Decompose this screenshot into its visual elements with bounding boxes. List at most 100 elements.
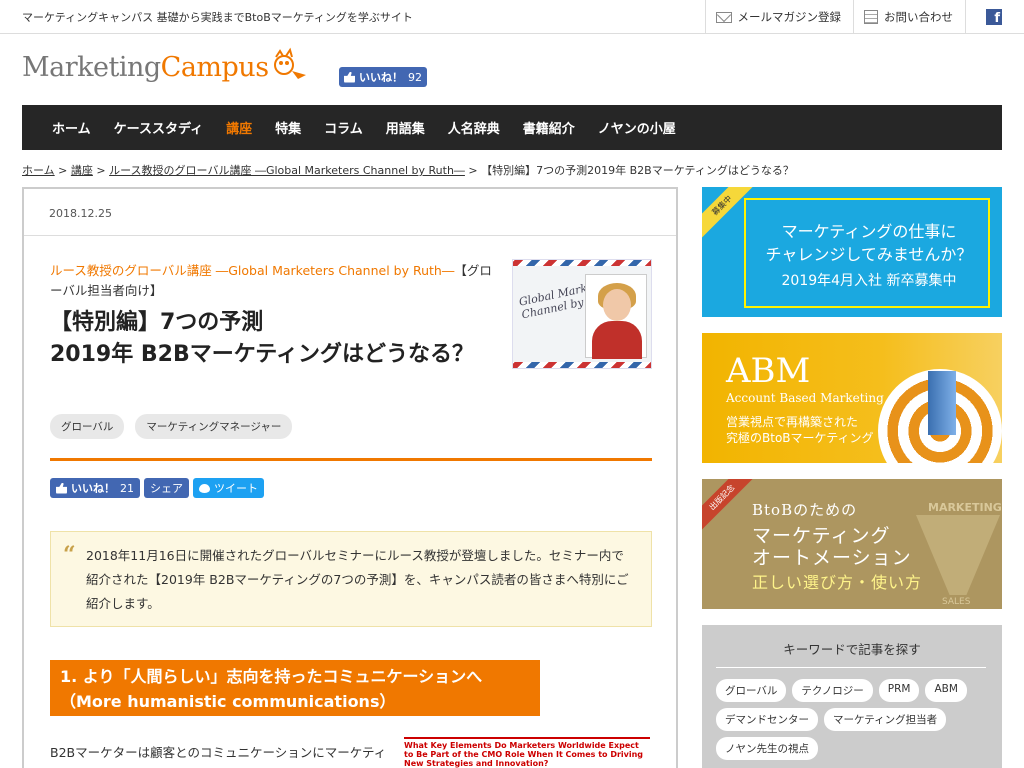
abm-desc2: 究極のBtoBマーケティング xyxy=(726,431,874,445)
article-title-line2: 2019年 B2Bマーケティングはどうなる？ xyxy=(50,342,474,367)
like-label: いいね！ xyxy=(71,482,115,495)
airmail-stripe xyxy=(513,260,651,266)
form-icon xyxy=(864,10,878,24)
keyword-chips: グローバル テクノロジー PRM ABM デマンドセンター マーケティング担当者… xyxy=(716,679,992,766)
logo-campus: Campus xyxy=(160,52,269,83)
nav-item-noyan[interactable]: ノヤンの小屋 xyxy=(598,118,676,137)
breadcrumb-separator: > xyxy=(92,164,110,177)
series-label: ルース教授のグローバル講座 ―Global Marketers Channel … xyxy=(50,261,494,301)
orange-divider xyxy=(50,458,652,461)
publication-ribbon: 出版記念 xyxy=(702,479,758,534)
funnel-sales-label: SALES xyxy=(942,597,971,607)
author-photo xyxy=(585,274,647,359)
breadcrumb-home[interactable]: ホーム xyxy=(22,164,55,177)
keyword-chip[interactable]: マーケティング担当者 xyxy=(824,708,947,731)
funnel-icon xyxy=(916,515,1000,595)
section-heading: 1. より「人間らしい」志向を持ったコミュニケーションへ （More human… xyxy=(50,660,540,716)
header-like-label: いいね！ xyxy=(359,71,403,84)
header-like-button[interactable]: いいね！ 92 xyxy=(339,67,427,87)
article-card: 2018.12.25 ルース教授のグローバル講座 ―Global Markete… xyxy=(22,187,678,768)
abm-desc1: 営業視点で再構築された xyxy=(726,415,859,429)
share-buttons: いいね！ 21 シェア ツイート xyxy=(50,478,268,498)
section-heading-line2: （More humanistic communications） xyxy=(60,692,396,711)
newsletter-link[interactable]: メールマガジン登録 xyxy=(704,0,854,34)
keyword-heading: キーワードで記事を探す xyxy=(783,642,921,657)
nav-item-feature[interactable]: 特集 xyxy=(275,118,301,137)
ma-line4: 正しい選び方・使い方 xyxy=(752,573,923,592)
keyword-chip[interactable]: テクノロジー xyxy=(792,679,873,702)
article-body: B2Bマーケターは顧客とのコミュニケーションにマーケティングオートメーションなど… xyxy=(50,745,387,760)
contact-link[interactable]: お問い合わせ xyxy=(853,0,965,34)
thumbs-up-icon xyxy=(344,71,355,83)
intro-quote: “ 2018年11月16日に開催されたグローバルセミナーにルース教授が登壇しまし… xyxy=(50,531,652,627)
keyword-chip[interactable]: グローバル xyxy=(716,679,787,702)
series-link[interactable]: ルース教授のグローバル講座 ―Global Marketers Channel … xyxy=(50,263,454,278)
series-thumbnail: Global Marketers Channel by Ruth xyxy=(512,259,652,369)
tag-chip[interactable]: グローバル xyxy=(50,414,125,439)
ma-book-banner[interactable]: MARKETING SALES 出版記念 BtoBのための マーケティング オー… xyxy=(702,479,1002,609)
recruit-line2: チャレンジしてみませんか？ xyxy=(765,245,973,264)
article-title: 【特別編】7つの予測 2019年 B2Bマーケティングはどうなる？ xyxy=(50,307,490,371)
mail-icon xyxy=(715,11,732,23)
keyword-chip[interactable]: デマンドセンター xyxy=(716,708,818,731)
keyword-chip[interactable]: ノヤン先生の視点 xyxy=(716,737,818,760)
tweet-button[interactable]: ツイート xyxy=(193,478,264,498)
abm-subtitle: Account Based Marketing xyxy=(726,391,884,405)
article-date: 2018.12.25 xyxy=(49,207,112,220)
funnel-marketing-label: MARKETING xyxy=(928,501,1002,514)
nav-item-people[interactable]: 人名辞典 xyxy=(448,118,500,137)
thumbs-up-icon xyxy=(56,482,67,494)
quote-icon: “ xyxy=(63,542,76,568)
header-like-count: 92 xyxy=(408,70,422,84)
nav-item-glossary[interactable]: 用語集 xyxy=(386,118,425,137)
breadcrumb: ホーム > 講座 > ルース教授のグローバル講座 ―Global Markete… xyxy=(22,162,794,178)
breadcrumb-separator: > xyxy=(464,164,482,177)
nav-item-case-study[interactable]: ケーススタディ xyxy=(114,118,203,137)
logo-owl-icon xyxy=(274,47,306,79)
breadcrumb-separator: > xyxy=(54,164,71,177)
breadcrumb-course[interactable]: 講座 xyxy=(71,164,93,177)
nav-item-course[interactable]: 講座 xyxy=(226,118,252,137)
chart-image-caption: What Key Elements Do Marketers Worldwide… xyxy=(404,741,644,768)
top-bar: マーケティングキャンパス 基礎から実践までBtoBマーケティングを学ぶサイト メ… xyxy=(0,0,1024,34)
breadcrumb-current: 【特別編】7つの予測2019年 B2Bマーケティングはどうなる？ xyxy=(481,164,794,177)
facebook-link[interactable]: f xyxy=(965,0,1024,34)
breadcrumb-series[interactable]: ルース教授のグローバル講座 ―Global Marketers Channel … xyxy=(109,164,465,177)
ma-line3: オートメーション xyxy=(752,547,912,569)
airmail-stripe xyxy=(513,362,651,368)
article-title-line1: 【特別編】7つの予測 xyxy=(50,310,264,335)
recruit-banner-frame: マーケティングの仕事に チャレンジしてみませんか？ 2019年4月入社 新卒募集… xyxy=(744,198,990,308)
share-button[interactable]: シェア xyxy=(144,478,189,498)
keyword-search-box: キーワードで記事を探す グローバル テクノロジー PRM ABM デマンドセンタ… xyxy=(702,625,1002,768)
main-nav: ホーム ケーススタディ 講座 特集 コラム 用語集 人名辞典 書籍紹介 ノヤンの… xyxy=(22,105,1002,150)
recruit-line3: 2019年4月入社 新卒募集中 xyxy=(781,273,957,289)
keyword-chip[interactable]: ABM xyxy=(925,679,967,702)
logo-marketing: Marketing xyxy=(22,52,161,83)
newsletter-label: メールマガジン登録 xyxy=(737,10,842,24)
like-button[interactable]: いいね！ 21 xyxy=(50,478,140,498)
tag-chip[interactable]: マーケティングマネージャー xyxy=(135,414,293,439)
twitter-bird-icon xyxy=(199,483,210,493)
divider xyxy=(716,667,986,668)
tweet-label: ツイート xyxy=(214,482,258,495)
site-tagline: マーケティングキャンパス 基礎から実践までBtoBマーケティングを学ぶサイト xyxy=(22,11,413,24)
building-icon xyxy=(928,371,956,435)
article-chart-image: What Key Elements Do Marketers Worldwide… xyxy=(404,737,650,768)
like-count: 21 xyxy=(120,481,134,495)
nav-item-home[interactable]: ホーム xyxy=(52,118,91,137)
abm-banner[interactable]: ABM Account Based Marketing 営業視点で再構築された … xyxy=(702,333,1002,463)
recruit-banner[interactable]: 募集中 マーケティングの仕事に チャレンジしてみませんか？ 2019年4月入社 … xyxy=(702,187,1002,317)
section-heading-line1: 1. より「人間らしい」志向を持ったコミュニケーションへ xyxy=(60,667,483,686)
site-logo[interactable]: MarketingCampus xyxy=(22,52,269,83)
intro-quote-text: 2018年11月16日に開催されたグローバルセミナーにルース教授が登壇しました。… xyxy=(86,548,629,611)
nav-item-column[interactable]: コラム xyxy=(324,118,363,137)
article-tags: グローバル マーケティングマネージャー xyxy=(50,414,303,439)
nav-item-books[interactable]: 書籍紹介 xyxy=(523,118,575,137)
divider xyxy=(24,235,676,236)
top-links: メールマガジン登録 お問い合わせ f xyxy=(704,0,1024,34)
share-label: シェア xyxy=(150,482,183,495)
recruit-line1: マーケティングの仕事に xyxy=(781,222,957,241)
abm-title: ABM xyxy=(726,351,811,391)
keyword-chip[interactable]: PRM xyxy=(878,679,920,702)
ma-line1: BtoBのための xyxy=(752,501,858,519)
